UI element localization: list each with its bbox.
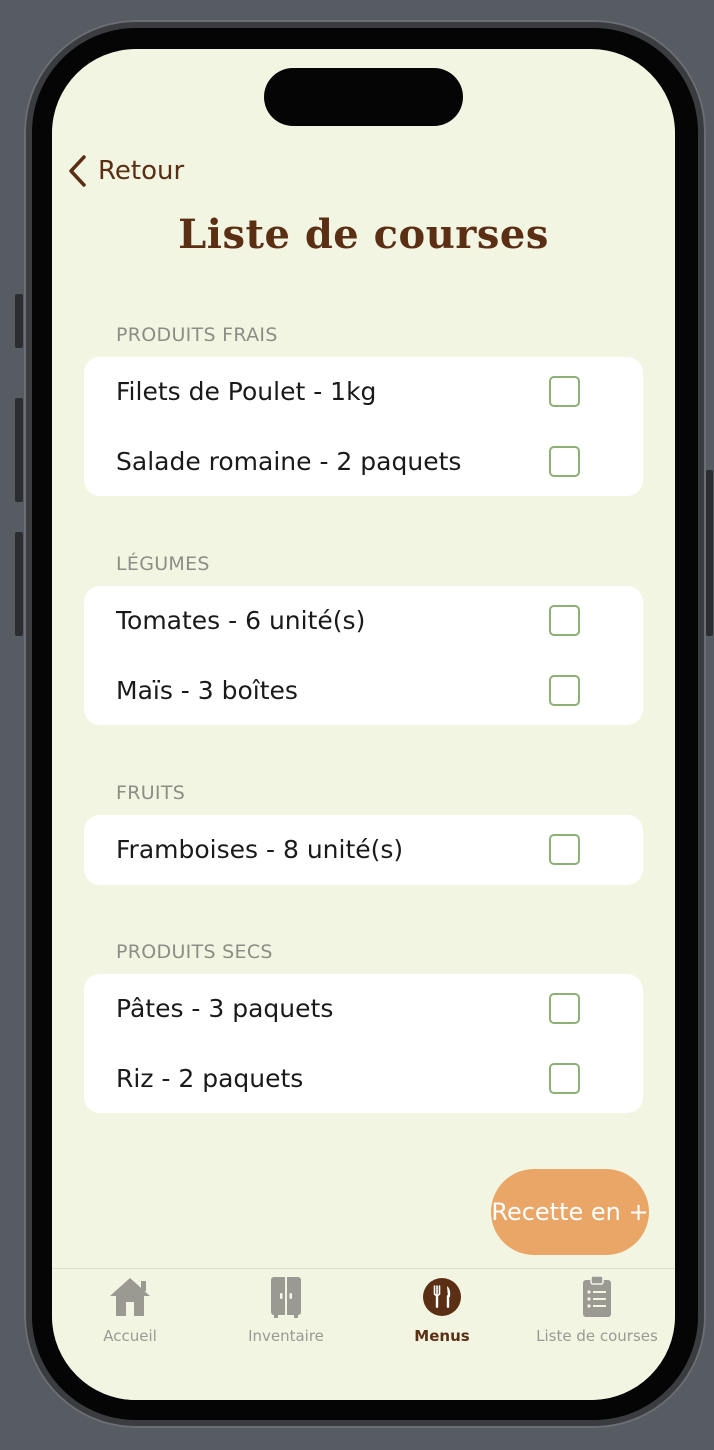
section-header-produits-frais: PRODUITS FRAIS [116, 324, 278, 346]
list-item: Filets de Poulet - 1kg [84, 357, 643, 427]
tab-liste-de-courses[interactable]: Liste de courses [519, 1275, 675, 1345]
section-header-fruits: FRUITS [116, 782, 186, 804]
dynamic-island [264, 68, 463, 126]
tab-label: Menus [414, 1327, 470, 1345]
list-item: Riz - 2 paquets [84, 1044, 643, 1114]
item-checkbox[interactable] [549, 376, 580, 408]
tab-menus[interactable]: Menus [364, 1275, 520, 1345]
back-label: Retour [98, 156, 185, 186]
item-checkbox[interactable] [549, 605, 580, 637]
volume-down-button [15, 532, 23, 636]
item-label: Pâtes - 3 paquets [116, 994, 334, 1024]
list-item: Framboises - 8 unité(s) [84, 815, 643, 885]
item-checkbox[interactable] [549, 993, 580, 1025]
app-screen: Retour Liste de courses PRODUITS FRAIS F… [52, 49, 675, 1400]
recette-en-plus-button[interactable]: Recette en + [491, 1169, 649, 1255]
item-checkbox[interactable] [549, 674, 580, 706]
section-card-produits-frais: Filets de Poulet - 1kg Salade romaine - … [84, 357, 643, 496]
fridge-icon [208, 1275, 364, 1319]
page-title: Liste de courses [178, 211, 549, 258]
item-checkbox[interactable] [549, 834, 580, 866]
item-checkbox[interactable] [549, 445, 580, 477]
list-item: Pâtes - 3 paquets [84, 974, 643, 1044]
chevron-left-icon [66, 154, 88, 188]
list-item: Salade romaine - 2 paquets [84, 427, 643, 497]
section-header-legumes: LÉGUMES [116, 553, 210, 575]
house-icon [52, 1275, 208, 1319]
tab-inventaire[interactable]: Inventaire [208, 1275, 364, 1345]
section-header-produits-secs: PRODUITS SECS [116, 941, 273, 963]
section-card-legumes: Tomates - 6 unité(s) Maïs - 3 boîtes [84, 586, 643, 725]
item-label: Tomates - 6 unité(s) [116, 606, 366, 636]
volume-up-button [15, 398, 23, 502]
list-item: Maïs - 3 boîtes [84, 656, 643, 726]
item-checkbox[interactable] [549, 1062, 580, 1094]
clipboard-list-icon [519, 1275, 675, 1319]
item-label: Framboises - 8 unité(s) [116, 835, 404, 865]
power-button [706, 470, 713, 636]
section-card-produits-secs: Pâtes - 3 paquets Riz - 2 paquets [84, 974, 643, 1113]
item-label: Maïs - 3 boîtes [116, 675, 298, 705]
item-label: Riz - 2 paquets [116, 1063, 304, 1093]
tab-bar: Accueil Inventaire Menus Liste de course… [52, 1268, 675, 1400]
back-button[interactable]: Retour [66, 151, 184, 191]
tab-label: Inventaire [248, 1327, 324, 1345]
fork-knife-icon [364, 1275, 520, 1319]
item-label: Salade romaine - 2 paquets [116, 446, 462, 476]
section-card-fruits: Framboises - 8 unité(s) [84, 815, 643, 885]
item-label: Filets de Poulet - 1kg [116, 377, 377, 407]
tab-accueil[interactable]: Accueil [52, 1275, 208, 1345]
tab-label: Liste de courses [536, 1327, 658, 1345]
tab-label: Accueil [103, 1327, 157, 1345]
silent-switch [15, 294, 23, 348]
list-item: Tomates - 6 unité(s) [84, 586, 643, 656]
